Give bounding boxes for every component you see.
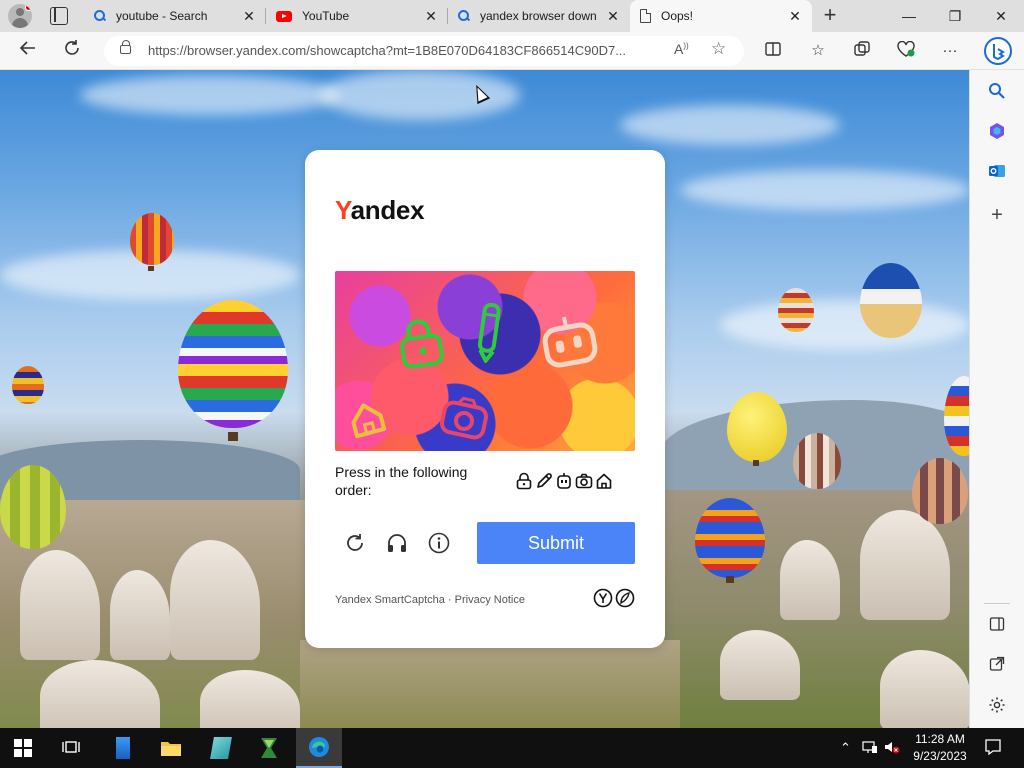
clock-time: 11:28 AM xyxy=(915,732,965,746)
refresh-icon[interactable] xyxy=(343,531,367,555)
smartcaptcha-logo xyxy=(593,588,635,608)
captcha-image[interactable] xyxy=(335,271,635,451)
restore-button[interactable]: ❐ xyxy=(932,0,978,32)
close-tab-icon[interactable]: ✕ xyxy=(422,8,440,25)
tab-title: Oops! xyxy=(661,9,694,23)
file-explorer-icon[interactable] xyxy=(148,728,194,768)
submit-button[interactable]: Submit xyxy=(477,522,635,564)
camera-icon xyxy=(575,473,593,489)
favorites-icon[interactable]: ☆ xyxy=(808,41,828,61)
tab-title: yandex browser down xyxy=(480,9,597,23)
sidebar-settings-icon[interactable] xyxy=(987,696,1007,716)
tab-strip: youtube - Search ✕ YouTube ✕ yandex brow… xyxy=(0,0,1024,32)
system-clock[interactable]: 11:28 AM 9/23/2023 xyxy=(900,731,980,765)
close-window-button[interactable]: ✕ xyxy=(978,0,1024,32)
task-view-icon[interactable] xyxy=(48,728,94,768)
notification-dot xyxy=(25,4,32,11)
profile-avatar[interactable] xyxy=(8,4,32,28)
sidebar-add-icon[interactable]: + xyxy=(987,205,1007,225)
tab-title: youtube - Search xyxy=(116,9,208,23)
refresh-button[interactable] xyxy=(59,38,85,64)
back-arrow-icon xyxy=(19,41,35,55)
sidebar-external-link-icon[interactable] xyxy=(987,656,1007,676)
captcha-instruction: Press in the following order: xyxy=(335,464,468,498)
privacy-notice-link[interactable]: Privacy Notice xyxy=(455,594,525,606)
page-viewport: Yandex Press in the following order: Sub… xyxy=(0,70,969,728)
favorite-star-icon[interactable]: ☆ xyxy=(711,39,726,59)
back-button[interactable] xyxy=(15,38,41,64)
tab-title: YouTube xyxy=(302,9,350,23)
close-tab-icon[interactable]: ✕ xyxy=(786,8,804,25)
captcha-card: Yandex Press in the following order: Sub… xyxy=(305,150,665,648)
close-tab-icon[interactable]: ✕ xyxy=(240,8,258,25)
tab-youtube-search[interactable]: youtube - Search ✕ xyxy=(84,0,266,32)
notifications-icon[interactable] xyxy=(984,738,1002,759)
app-icon-green[interactable] xyxy=(246,728,292,768)
read-aloud-icon[interactable]: A)) xyxy=(674,41,689,57)
sidebar-outlook-icon[interactable] xyxy=(987,162,1007,182)
lock-icon[interactable] xyxy=(120,40,131,54)
smartcaptcha-brand: Yandex SmartCaptcha xyxy=(335,594,445,606)
tab-oops[interactable]: Oops! ✕ xyxy=(630,0,812,32)
pencil-icon xyxy=(537,473,552,488)
pencil-icon[interactable] xyxy=(475,297,505,363)
app-icon-blue[interactable] xyxy=(100,728,146,768)
edge-sidebar: + xyxy=(969,70,1024,728)
edge-icon[interactable] xyxy=(296,728,342,768)
lock-icon xyxy=(516,472,532,490)
tab-youtube[interactable]: YouTube ✕ xyxy=(266,0,448,32)
audio-icon[interactable] xyxy=(385,531,409,555)
house-icon xyxy=(596,473,612,489)
browser-essentials-icon[interactable] xyxy=(896,40,916,61)
leaf-circle-icon xyxy=(615,588,635,608)
camera-icon[interactable] xyxy=(439,395,489,441)
captcha-footer: Yandex SmartCaptcha · Privacy Notice xyxy=(335,594,525,606)
more-menu-icon[interactable]: ··· xyxy=(940,41,960,61)
close-tab-icon[interactable]: ✕ xyxy=(604,8,622,25)
address-bar[interactable]: https://browser.yandex.com/showcaptcha?m… xyxy=(104,36,744,66)
network-icon[interactable] xyxy=(862,740,878,757)
yandex-circle-icon xyxy=(593,588,613,608)
robot-icon xyxy=(557,473,571,489)
split-screen-icon[interactable] xyxy=(763,41,783,61)
tab-yandex-search[interactable]: yandex browser down ✕ xyxy=(448,0,630,32)
sidebar-panel-icon[interactable] xyxy=(987,616,1007,636)
tab-actions-icon[interactable] xyxy=(50,7,68,25)
sidebar-search-icon[interactable] xyxy=(987,82,1007,102)
collections-icon[interactable] xyxy=(852,41,872,61)
lock-icon[interactable] xyxy=(397,317,447,369)
navigation-bar: https://browser.yandex.com/showcaptcha?m… xyxy=(0,32,1024,70)
refresh-icon xyxy=(65,40,79,55)
app-icon-teal[interactable] xyxy=(198,728,244,768)
search-icon xyxy=(94,10,106,22)
info-icon[interactable] xyxy=(427,531,451,555)
footer-separator: · xyxy=(447,594,452,606)
windows-logo-icon xyxy=(14,739,32,757)
page-icon xyxy=(640,9,651,23)
minimize-button[interactable]: — xyxy=(886,0,932,32)
yandex-logo: Yandex xyxy=(335,195,425,225)
house-icon[interactable] xyxy=(347,399,387,439)
show-hidden-icons[interactable]: ⌃ xyxy=(840,740,851,756)
robot-icon[interactable] xyxy=(540,315,600,373)
url-text[interactable]: https://browser.yandex.com/showcaptcha?m… xyxy=(148,43,668,58)
volume-muted-icon[interactable] xyxy=(884,740,900,757)
youtube-icon xyxy=(276,10,292,22)
new-tab-button[interactable]: + xyxy=(818,4,842,28)
sidebar-microsoft365-icon[interactable] xyxy=(987,122,1007,142)
bing-copilot-icon[interactable] xyxy=(984,37,1012,65)
clock-date: 9/23/2023 xyxy=(913,749,967,763)
start-button[interactable] xyxy=(0,728,46,768)
captcha-order-sequence xyxy=(515,472,613,490)
search-icon xyxy=(458,10,470,22)
windows-taskbar: ⌃ 11:28 AM 9/23/2023 xyxy=(0,728,1024,768)
